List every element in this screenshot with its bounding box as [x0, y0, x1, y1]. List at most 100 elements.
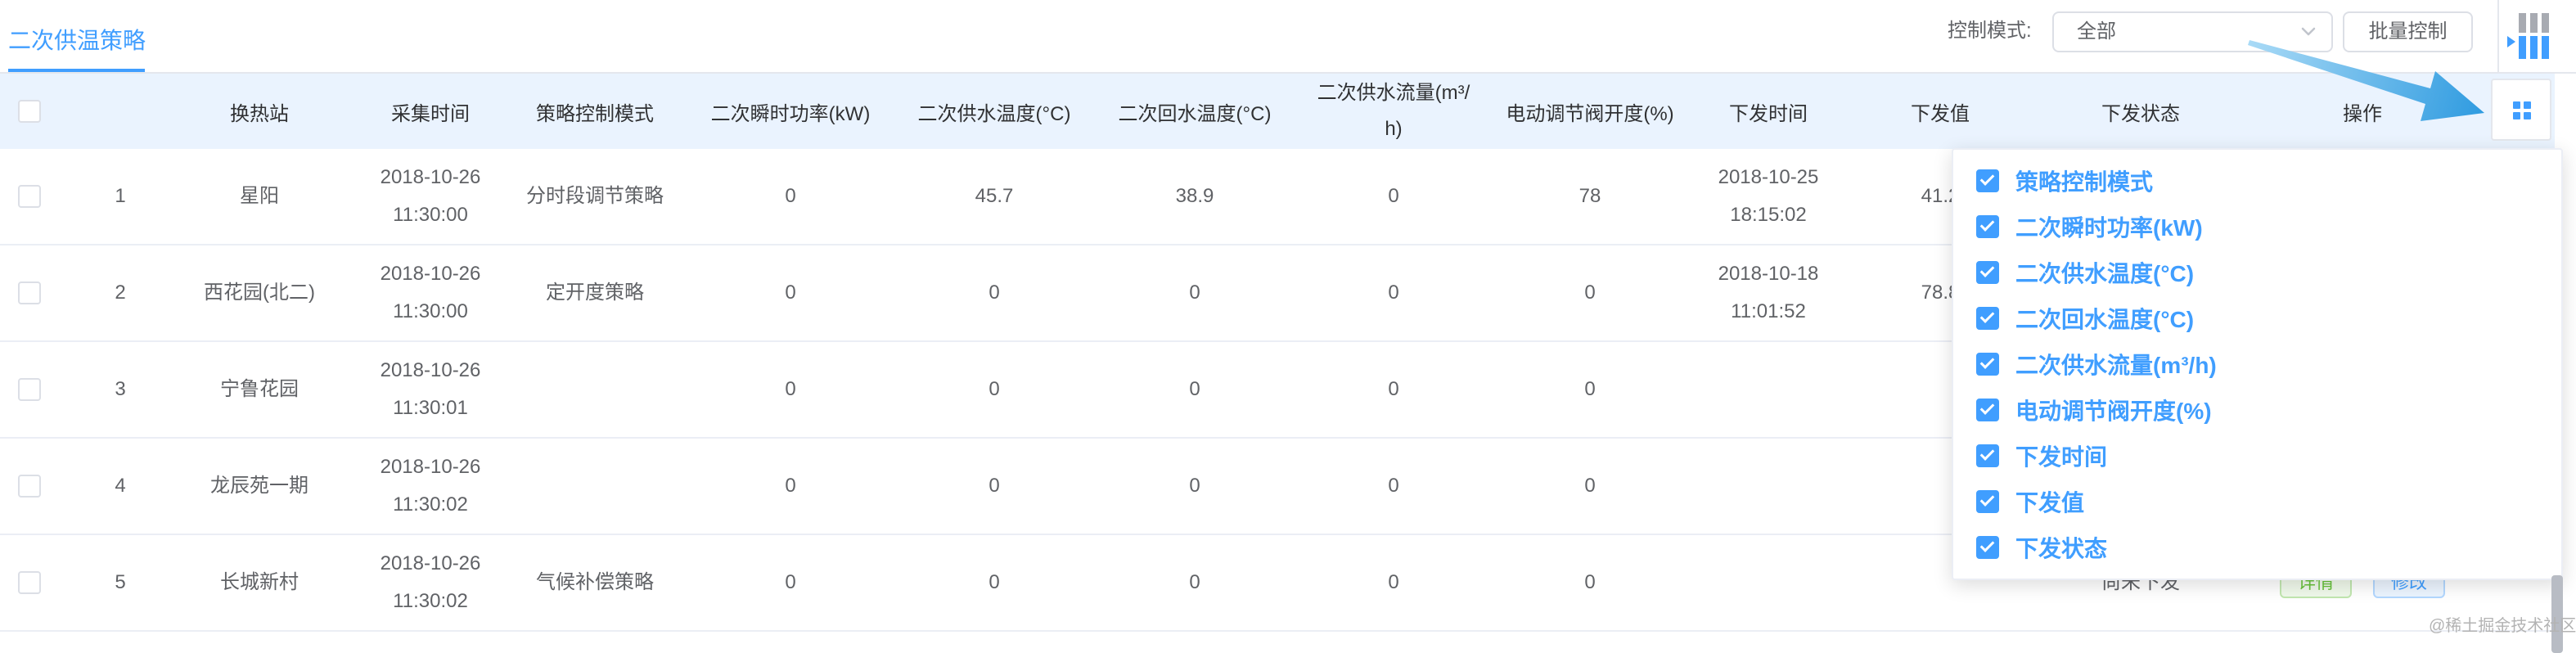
- header-index: [59, 74, 182, 149]
- return-temp: 0: [1189, 378, 1200, 400]
- supply-flow: 0: [1388, 378, 1399, 400]
- column-option-checkbox[interactable]: [1976, 215, 1999, 238]
- strategy-mode: [524, 439, 666, 534]
- column-picker-dropdown: 策略控制模式 二次瞬时功率(kW) 二次供水温度(°C) 二次回水温度(°C) …: [1952, 148, 2563, 580]
- station-name: 星阳: [240, 185, 279, 207]
- collect-time-cell: 2018-10-26 11:30:01: [337, 342, 524, 437]
- row-checkbox[interactable]: [18, 185, 41, 208]
- toolbar-separator: [2497, 0, 2499, 72]
- check-icon: [1979, 492, 1995, 507]
- column-option-label: 下发时间: [2015, 444, 2108, 470]
- valve-opening: 0: [1584, 281, 1596, 304]
- check-icon: [1979, 446, 1995, 461]
- row-checkbox[interactable]: [18, 571, 41, 594]
- header-station: 换热站: [230, 102, 289, 125]
- check-icon: [1979, 308, 1995, 323]
- header-collect-time: 采集时间: [391, 102, 470, 125]
- row-index: 3: [115, 378, 126, 400]
- column-option-label: 二次瞬时功率(kW): [2015, 215, 2203, 241]
- column-option-label: 下发状态: [2015, 536, 2108, 561]
- column-option-send-status[interactable]: 下发状态: [1976, 525, 2561, 570]
- control-mode-label: 控制模式:: [1948, 20, 2032, 42]
- instant-power: 0: [785, 378, 796, 400]
- header-supply-temp: 二次供水温度(°C): [917, 102, 1071, 125]
- batch-control-button[interactable]: 批量控制: [2343, 11, 2473, 52]
- header-send-status: 下发状态: [2101, 102, 2180, 125]
- check-icon: [1979, 217, 1995, 232]
- select-all-checkbox[interactable]: [18, 100, 41, 123]
- row-checkbox[interactable]: [18, 378, 41, 401]
- column-option-valve-opening[interactable]: 电动调节阀开度(%): [1976, 387, 2561, 433]
- column-option-label: 电动调节阀开度(%): [2015, 399, 2212, 424]
- valve-opening: 0: [1584, 378, 1596, 400]
- supply-temp: 0: [989, 571, 1000, 593]
- instant-power: 0: [785, 571, 796, 593]
- valve-opening: 0: [1584, 571, 1596, 593]
- supply-temp: 0: [989, 378, 1000, 400]
- control-mode-select[interactable]: 全部: [2052, 11, 2333, 52]
- supply-flow: 0: [1388, 185, 1399, 207]
- column-option-supply-temp[interactable]: 二次供水温度(°C): [1976, 250, 2561, 295]
- instant-power: 0: [785, 475, 796, 497]
- check-icon: [1979, 171, 1995, 186]
- column-option-checkbox[interactable]: [1976, 444, 1999, 467]
- header-instant-power: 二次瞬时功率(kW): [710, 102, 871, 125]
- supply-temp: 45.7: [975, 185, 1014, 207]
- column-option-checkbox[interactable]: [1976, 169, 1999, 192]
- send-time-cell: 2018-10-25 18:15:02: [1709, 149, 1828, 244]
- column-option-checkbox[interactable]: [1976, 490, 1999, 513]
- column-option-checkbox[interactable]: [1976, 261, 1999, 284]
- station-name: 长城新村: [220, 571, 299, 593]
- return-temp: 38.9: [1175, 185, 1214, 207]
- strategy-mode: 定开度策略: [546, 281, 644, 304]
- row-select-cell: [0, 342, 59, 437]
- check-icon: [1979, 263, 1995, 277]
- supply-flow: 0: [1388, 281, 1399, 304]
- header-valve-opening: 电动调节阀开度(%): [1506, 102, 1674, 125]
- header-send-time: 下发时间: [1729, 102, 1808, 125]
- column-option-send-time[interactable]: 下发时间: [1976, 433, 2561, 479]
- header-send-value: 下发值: [1911, 102, 1970, 125]
- chevron-down-icon: [2301, 27, 2316, 36]
- row-select-cell: [0, 245, 59, 340]
- column-picker-button[interactable]: [2491, 79, 2551, 141]
- check-icon: [1979, 538, 1995, 552]
- column-option-checkbox[interactable]: [1976, 536, 1999, 559]
- tab-secondary-supply-strategy[interactable]: 二次供温策略: [8, 25, 146, 57]
- check-icon: [1979, 354, 1995, 369]
- row-select-cell: [0, 535, 59, 630]
- collect-time: 2018-10-26 11:30:01: [380, 359, 481, 419]
- send-time-cell: [1709, 439, 1828, 534]
- grid-icon: [2513, 101, 2531, 119]
- valve-opening: 78: [1578, 185, 1601, 207]
- collect-time-cell: 2018-10-26 11:30:00: [337, 245, 524, 340]
- column-option-send-value[interactable]: 下发值: [1976, 479, 2561, 525]
- row-index: 2: [115, 281, 126, 304]
- column-settings-icon[interactable]: [2506, 10, 2555, 62]
- station-name: 宁鲁花园: [220, 378, 299, 400]
- station-name: 西花园(北二): [204, 281, 315, 304]
- header-return-temp: 二次回水温度(°C): [1118, 102, 1272, 125]
- top-bar: 二次供温策略 控制模式: 全部 批量控制: [0, 0, 2576, 74]
- column-option-return-temp[interactable]: 二次回水温度(°C): [1976, 295, 2561, 341]
- row-select-cell: [0, 439, 59, 534]
- supply-flow: 0: [1388, 571, 1399, 593]
- column-option-checkbox[interactable]: [1976, 307, 1999, 330]
- collect-time: 2018-10-26 11:30:00: [380, 263, 481, 322]
- column-option-checkbox[interactable]: [1976, 353, 1999, 376]
- column-option-label: 策略控制模式: [2015, 169, 2154, 195]
- column-option-checkbox[interactable]: [1976, 399, 1999, 421]
- row-index: 4: [115, 475, 126, 497]
- table-scrollbar[interactable]: [2551, 575, 2563, 653]
- row-checkbox[interactable]: [18, 281, 41, 304]
- station-name: 龙辰苑一期: [210, 475, 308, 497]
- instant-power: 0: [785, 185, 796, 207]
- send-time: 2018-10-18 11:01:52: [1718, 263, 1819, 322]
- column-option-instant-power[interactable]: 二次瞬时功率(kW): [1976, 204, 2561, 250]
- column-option-strategy-mode[interactable]: 策略控制模式: [1976, 158, 2561, 204]
- header-supply-flow-cell: 二次供水流量(m³/h): [1316, 74, 1471, 149]
- instant-power: 0: [785, 281, 796, 304]
- table-header: 换热站 采集时间 策略控制模式 二次瞬时功率(kW) 二次供水温度(°C) 二次…: [0, 74, 2555, 149]
- row-checkbox[interactable]: [18, 475, 41, 498]
- column-option-supply-flow[interactable]: 二次供水流量(m³/h): [1976, 341, 2561, 387]
